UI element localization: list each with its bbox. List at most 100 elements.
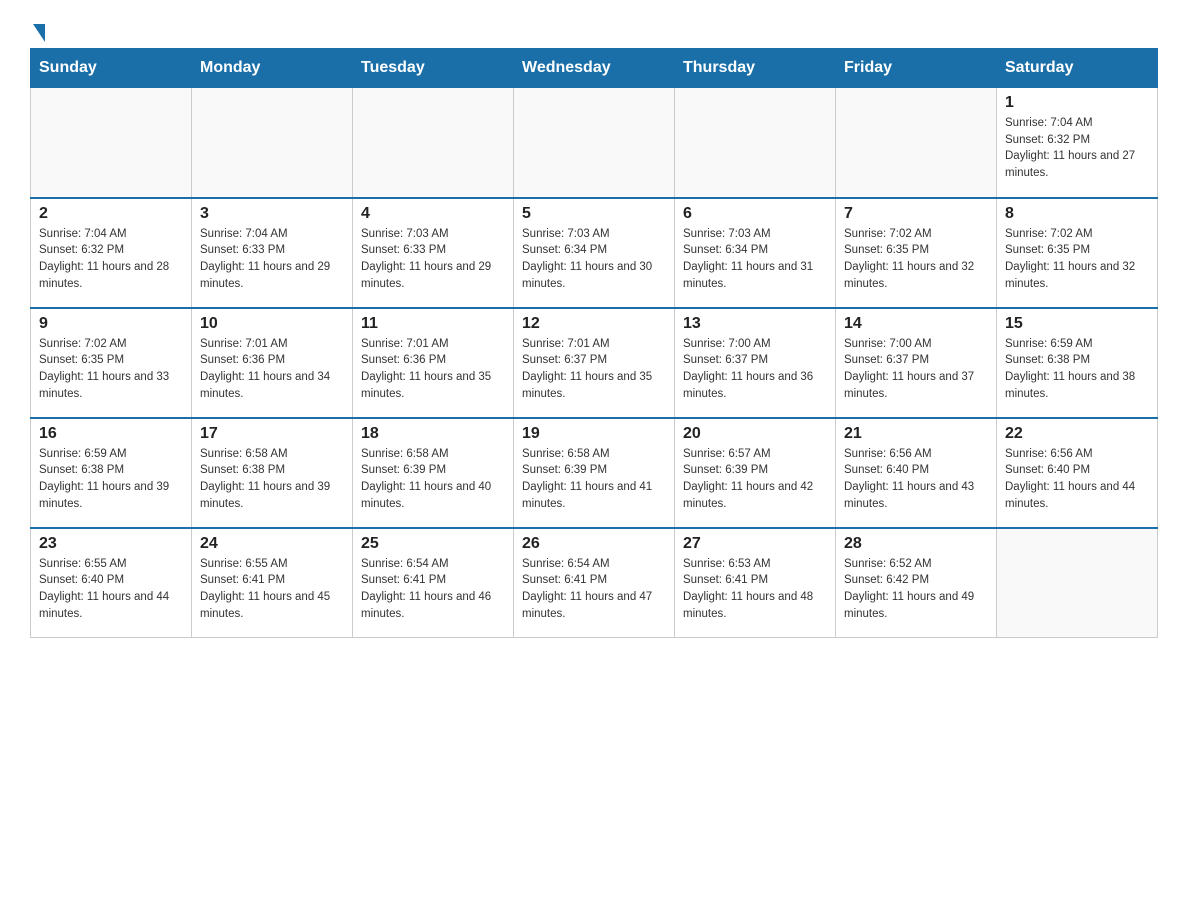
logo-arrow-icon: [33, 24, 45, 42]
day-info: Sunrise: 6:54 AMSunset: 6:41 PMDaylight:…: [361, 556, 505, 623]
weekday-header-tuesday: Tuesday: [353, 49, 514, 88]
day-info: Sunrise: 7:03 AMSunset: 6:33 PMDaylight:…: [361, 226, 505, 293]
calendar-cell: 5 Sunrise: 7:03 AMSunset: 6:34 PMDaylight…: [514, 198, 675, 308]
day-info: Sunrise: 7:04 AMSunset: 6:32 PMDaylight:…: [1005, 115, 1149, 182]
day-number: 16: [39, 425, 183, 443]
day-number: 19: [522, 425, 666, 443]
day-info: Sunrise: 6:52 AMSunset: 6:42 PMDaylight:…: [844, 556, 988, 623]
calendar-week-4: 16 Sunrise: 6:59 AMSunset: 6:38 PMDayligh…: [31, 418, 1158, 528]
calendar-cell: 22 Sunrise: 6:56 AMSunset: 6:40 PMDayligh…: [997, 418, 1158, 528]
calendar-cell: 11Sunrise: 7:01 AMSunset: 6:36 PMDayligh…: [353, 308, 514, 418]
day-info: Sunrise: 6:57 AMSunset: 6:39 PMDaylight:…: [683, 446, 827, 513]
day-number: 28: [844, 535, 988, 553]
calendar-cell: [836, 88, 997, 198]
calendar-cell: [31, 88, 192, 198]
calendar-cell: 3 Sunrise: 7:04 AMSunset: 6:33 PMDaylight…: [192, 198, 353, 308]
day-info: Sunrise: 6:58 AMSunset: 6:39 PMDaylight:…: [361, 446, 505, 513]
calendar-week-1: 1 Sunrise: 7:04 AMSunset: 6:32 PMDaylight…: [31, 88, 1158, 198]
day-number: 1: [1005, 94, 1149, 112]
day-info: Sunrise: 7:04 AMSunset: 6:33 PMDaylight:…: [200, 226, 344, 293]
calendar-week-5: 23 Sunrise: 6:55 AMSunset: 6:40 PMDayligh…: [31, 528, 1158, 638]
calendar-cell: 1 Sunrise: 7:04 AMSunset: 6:32 PMDaylight…: [997, 88, 1158, 198]
weekday-header-row: SundayMondayTuesdayWednesdayThursdayFrid…: [31, 49, 1158, 88]
page-header: [30, 20, 1158, 38]
day-number: 4: [361, 205, 505, 223]
day-number: 24: [200, 535, 344, 553]
day-number: 6: [683, 205, 827, 223]
calendar-cell: 27 Sunrise: 6:53 AMSunset: 6:41 PMDayligh…: [675, 528, 836, 638]
day-number: 20: [683, 425, 827, 443]
day-info: Sunrise: 6:58 AMSunset: 6:38 PMDaylight:…: [200, 446, 344, 513]
calendar-cell: [675, 88, 836, 198]
calendar-cell: 21 Sunrise: 6:56 AMSunset: 6:40 PMDayligh…: [836, 418, 997, 528]
day-info: Sunrise: 6:54 AMSunset: 6:41 PMDaylight:…: [522, 556, 666, 623]
calendar-cell: 23 Sunrise: 6:55 AMSunset: 6:40 PMDayligh…: [31, 528, 192, 638]
day-number: 23: [39, 535, 183, 553]
day-info: Sunrise: 7:02 AMSunset: 6:35 PMDaylight:…: [844, 226, 988, 293]
calendar-cell: 18 Sunrise: 6:58 AMSunset: 6:39 PMDayligh…: [353, 418, 514, 528]
day-number: 10: [200, 315, 344, 333]
calendar-cell: 24 Sunrise: 6:55 AMSunset: 6:41 PMDayligh…: [192, 528, 353, 638]
calendar-cell: 8Sunrise: 7:02 AMSunset: 6:35 PMDaylight…: [997, 198, 1158, 308]
calendar-cell: 26 Sunrise: 6:54 AMSunset: 6:41 PMDayligh…: [514, 528, 675, 638]
calendar-table: SundayMondayTuesdayWednesdayThursdayFrid…: [30, 48, 1158, 638]
weekday-header-monday: Monday: [192, 49, 353, 88]
day-number: 27: [683, 535, 827, 553]
day-number: 25: [361, 535, 505, 553]
day-info: Sunrise: 7:01 AMSunset: 6:36 PMDaylight:…: [200, 336, 344, 403]
day-number: 22: [1005, 425, 1149, 443]
calendar-cell: 16 Sunrise: 6:59 AMSunset: 6:38 PMDayligh…: [31, 418, 192, 528]
calendar-cell: 12 Sunrise: 7:01 AMSunset: 6:37 PMDayligh…: [514, 308, 675, 418]
day-number: 26: [522, 535, 666, 553]
calendar-cell: 9 Sunrise: 7:02 AMSunset: 6:35 PMDaylight…: [31, 308, 192, 418]
day-number: 14: [844, 315, 988, 333]
day-info: Sunrise: 7:00 AMSunset: 6:37 PMDaylight:…: [844, 336, 988, 403]
day-number: 21: [844, 425, 988, 443]
day-info: Sunrise: 6:56 AMSunset: 6:40 PMDaylight:…: [1005, 446, 1149, 513]
weekday-header-friday: Friday: [836, 49, 997, 88]
weekday-header-saturday: Saturday: [997, 49, 1158, 88]
day-info: Sunrise: 6:58 AMSunset: 6:39 PMDaylight:…: [522, 446, 666, 513]
calendar-cell: [353, 88, 514, 198]
day-number: 3: [200, 205, 344, 223]
day-number: 15: [1005, 315, 1149, 333]
day-info: Sunrise: 6:59 AMSunset: 6:38 PMDaylight:…: [39, 446, 183, 513]
day-number: 18: [361, 425, 505, 443]
day-number: 8: [1005, 205, 1149, 223]
day-info: Sunrise: 7:01 AMSunset: 6:36 PMDaylight:…: [361, 336, 505, 403]
day-number: 9: [39, 315, 183, 333]
calendar-cell: [997, 528, 1158, 638]
weekday-header-wednesday: Wednesday: [514, 49, 675, 88]
calendar-cell: 13 Sunrise: 7:00 AMSunset: 6:37 PMDayligh…: [675, 308, 836, 418]
calendar-cell: [514, 88, 675, 198]
day-info: Sunrise: 7:01 AMSunset: 6:37 PMDaylight:…: [522, 336, 666, 403]
day-info: Sunrise: 7:02 AMSunset: 6:35 PMDaylight:…: [39, 336, 183, 403]
calendar-cell: 14 Sunrise: 7:00 AMSunset: 6:37 PMDayligh…: [836, 308, 997, 418]
calendar-cell: 28 Sunrise: 6:52 AMSunset: 6:42 PMDayligh…: [836, 528, 997, 638]
day-info: Sunrise: 6:55 AMSunset: 6:40 PMDaylight:…: [39, 556, 183, 623]
day-number: 17: [200, 425, 344, 443]
calendar-cell: 7Sunrise: 7:02 AMSunset: 6:35 PMDaylight…: [836, 198, 997, 308]
day-info: Sunrise: 6:56 AMSunset: 6:40 PMDaylight:…: [844, 446, 988, 513]
calendar-cell: 2 Sunrise: 7:04 AMSunset: 6:32 PMDaylight…: [31, 198, 192, 308]
day-info: Sunrise: 7:03 AMSunset: 6:34 PMDaylight:…: [522, 226, 666, 293]
day-info: Sunrise: 7:03 AMSunset: 6:34 PMDaylight:…: [683, 226, 827, 293]
calendar-cell: 10 Sunrise: 7:01 AMSunset: 6:36 PMDayligh…: [192, 308, 353, 418]
weekday-header-sunday: Sunday: [31, 49, 192, 88]
calendar-cell: 20 Sunrise: 6:57 AMSunset: 6:39 PMDayligh…: [675, 418, 836, 528]
day-number: 2: [39, 205, 183, 223]
day-info: Sunrise: 6:59 AMSunset: 6:38 PMDaylight:…: [1005, 336, 1149, 403]
calendar-cell: [192, 88, 353, 198]
day-number: 13: [683, 315, 827, 333]
day-info: Sunrise: 6:53 AMSunset: 6:41 PMDaylight:…: [683, 556, 827, 623]
logo: [30, 20, 45, 38]
calendar-cell: 19 Sunrise: 6:58 AMSunset: 6:39 PMDayligh…: [514, 418, 675, 528]
day-info: Sunrise: 7:04 AMSunset: 6:32 PMDaylight:…: [39, 226, 183, 293]
day-number: 12: [522, 315, 666, 333]
weekday-header-thursday: Thursday: [675, 49, 836, 88]
day-info: Sunrise: 6:55 AMSunset: 6:41 PMDaylight:…: [200, 556, 344, 623]
day-number: 5: [522, 205, 666, 223]
calendar-cell: 17 Sunrise: 6:58 AMSunset: 6:38 PMDayligh…: [192, 418, 353, 528]
calendar-week-3: 9 Sunrise: 7:02 AMSunset: 6:35 PMDaylight…: [31, 308, 1158, 418]
day-info: Sunrise: 7:00 AMSunset: 6:37 PMDaylight:…: [683, 336, 827, 403]
